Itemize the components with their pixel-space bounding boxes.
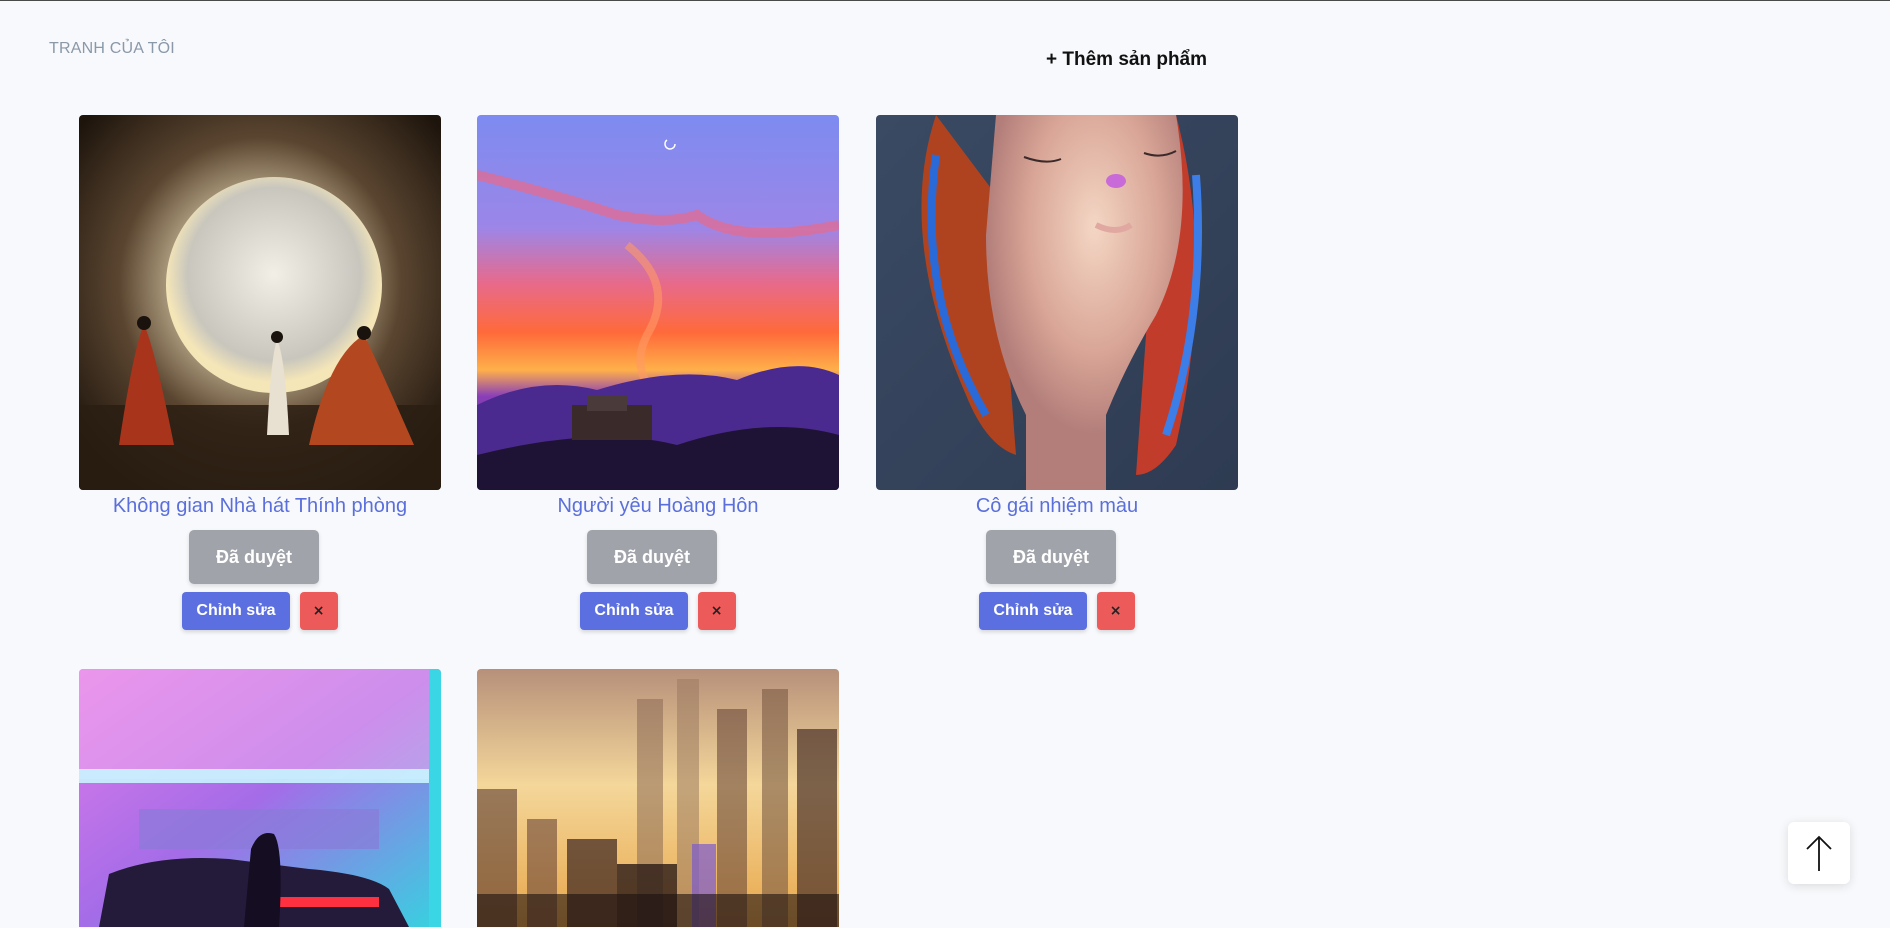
product-card [477, 669, 839, 927]
delete-button[interactable]: × [697, 592, 736, 630]
scroll-to-top-button[interactable] [1788, 822, 1850, 884]
delete-button[interactable]: × [299, 592, 338, 630]
status-approved-button[interactable]: Đã duyệt [189, 530, 319, 584]
status-approved-button[interactable]: Đã duyệt [587, 530, 717, 584]
card-actions: Chỉnh sửa × [79, 592, 441, 630]
add-product-button[interactable]: + Thêm sản phẩm [1046, 49, 1207, 71]
arrow-up-icon [1806, 835, 1832, 871]
product-image[interactable] [477, 115, 839, 490]
product-image[interactable] [477, 669, 839, 927]
edit-button[interactable]: Chỉnh sửa [182, 592, 290, 630]
edit-button[interactable]: Chỉnh sửa [979, 592, 1087, 630]
product-title[interactable]: Cô gái nhiệm màu [876, 494, 1238, 518]
section-title: TRANH CỦA TÔI [49, 40, 175, 57]
delete-button[interactable]: × [1096, 592, 1135, 630]
status-approved-button[interactable]: Đã duyệt [986, 530, 1116, 584]
product-card: Không gian Nhà hát Thính phòng Đã duyệt … [79, 115, 441, 630]
product-image[interactable] [79, 669, 441, 927]
product-image[interactable] [79, 115, 441, 490]
product-card: Người yêu Hoàng Hôn Đã duyệt Chỉnh sửa × [477, 115, 839, 630]
card-actions: Chỉnh sửa × [477, 592, 839, 630]
product-card [79, 669, 441, 927]
product-image[interactable] [876, 115, 1238, 490]
edit-button[interactable]: Chỉnh sửa [580, 592, 688, 630]
product-card: Cô gái nhiệm màu Đã duyệt Chỉnh sửa × [876, 115, 1238, 630]
product-title[interactable]: Không gian Nhà hát Thính phòng [79, 494, 441, 518]
card-actions: Chỉnh sửa × [876, 592, 1238, 630]
product-title[interactable]: Người yêu Hoàng Hôn [477, 494, 839, 518]
